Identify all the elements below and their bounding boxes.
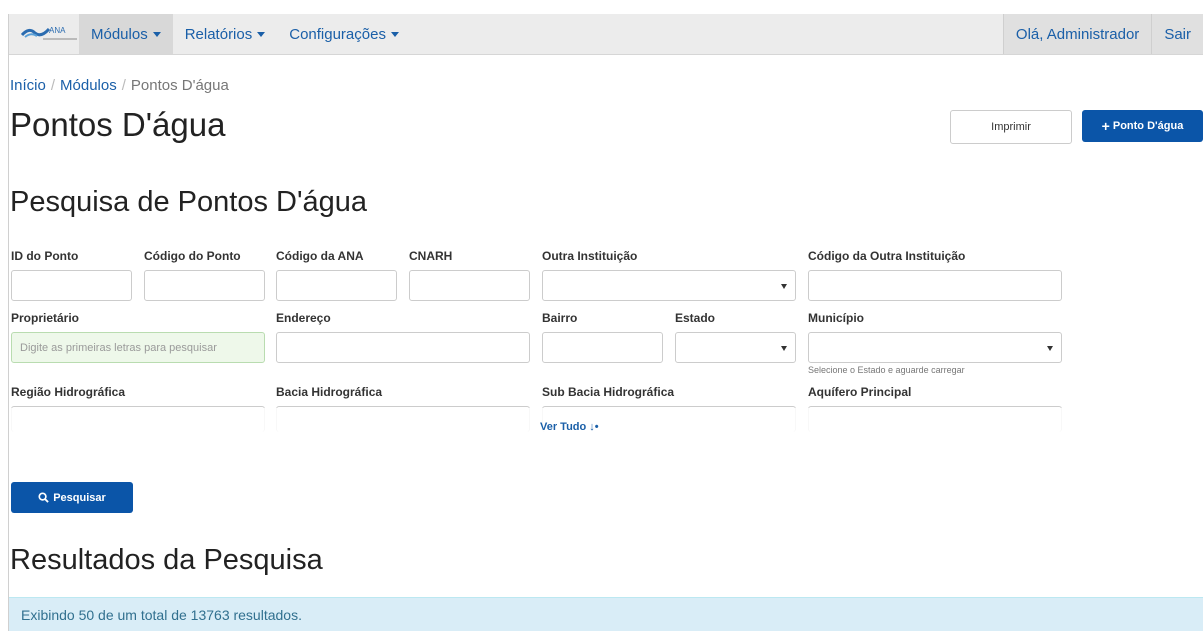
id-ponto-input[interactable] <box>11 270 132 301</box>
page-title: Pontos D'água <box>10 106 226 143</box>
breadcrumb-modulos[interactable]: Módulos <box>60 77 117 94</box>
label-id-ponto: ID do Ponto <box>11 249 79 263</box>
label-estado: Estado <box>675 311 716 325</box>
plus-icon: + <box>1101 118 1110 134</box>
municipio-select[interactable] <box>808 332 1062 363</box>
label-endereco: Endereço <box>276 311 331 325</box>
breadcrumb-inicio[interactable]: Início <box>10 77 46 94</box>
bairro-input[interactable] <box>542 332 663 363</box>
wave-icon <box>21 27 51 38</box>
codigo-ana-input[interactable] <box>276 270 397 301</box>
results-summary: Exibindo 50 de um total de 13763 resulta… <box>9 597 1203 631</box>
caret-down-icon <box>152 31 161 37</box>
estado-select[interactable] <box>675 332 796 363</box>
label-municipio: Município <box>808 311 864 325</box>
cnarh-input[interactable] <box>409 270 530 301</box>
top-navbar: ANA Módulos Relatórios Configurações Olá… <box>9 14 1203 55</box>
logo-text: ANA <box>49 26 66 35</box>
label-cnarh: CNARH <box>409 249 453 263</box>
search-icon <box>38 492 49 503</box>
search-button-label: Pesquisar <box>53 491 106 504</box>
label-aquifero-principal: Aquífero Principal <box>808 385 912 399</box>
label-regiao-hidrografica: Região Hidrográfica <box>11 385 126 399</box>
codigo-ponto-input[interactable] <box>144 270 265 301</box>
nav-relatorios-label: Relatórios <box>184 25 253 43</box>
add-ponto-button[interactable]: + Ponto D'água <box>1082 110 1203 142</box>
print-button[interactable]: Imprimir <box>950 110 1072 144</box>
add-ponto-label: Ponto D'água <box>1112 120 1184 132</box>
label-proprietario: Proprietário <box>11 311 80 325</box>
label-bairro: Bairro <box>542 311 578 325</box>
label-codigo-outra-instituicao: Código da Outra Instituição <box>808 249 966 263</box>
dropdown-arrow-icon <box>1047 345 1053 351</box>
logo-subtitle <box>43 38 77 40</box>
user-greeting[interactable]: Olá, Administrador <box>1002 14 1152 54</box>
caret-down-icon <box>257 31 266 37</box>
label-sub-bacia-hidrografica: Sub Bacia Hidrográfica <box>542 385 675 399</box>
search-button[interactable]: Pesquisar <box>11 482 133 513</box>
breadcrumb-current: Pontos D'água <box>130 77 229 94</box>
caret-down-icon <box>390 31 399 37</box>
nav-modulos-label: Módulos <box>91 25 148 43</box>
label-bacia-hidrografica: Bacia Hidrográfica <box>276 385 383 399</box>
frame-border <box>8 14 9 631</box>
results-title: Resultados da Pesquisa <box>10 544 323 576</box>
ver-tudo-link[interactable]: Ver Tudo ↓• <box>540 421 599 433</box>
breadcrumb: Início / Módulos / Pontos D'água <box>10 77 229 94</box>
endereco-input[interactable] <box>276 332 530 363</box>
breadcrumb-separator: / <box>121 77 126 94</box>
dropdown-arrow-icon <box>781 345 787 351</box>
codigo-outra-instituicao-input[interactable] <box>808 270 1062 301</box>
nav-modulos[interactable]: Módulos <box>79 14 173 54</box>
dropdown-arrow-icon <box>781 283 787 289</box>
nav-relatorios[interactable]: Relatórios <box>173 14 278 54</box>
municipio-help-text: Selecione o Estado e aguarde carregar <box>808 365 965 375</box>
ana-logo[interactable]: ANA <box>9 14 79 54</box>
label-codigo-ana: Código da ANA <box>276 249 364 263</box>
nav-right: Olá, Administrador Sair <box>1002 14 1203 54</box>
outra-instituicao-select[interactable] <box>542 270 796 301</box>
search-section-title: Pesquisa de Pontos D'água <box>10 186 368 218</box>
breadcrumb-separator: / <box>50 77 56 94</box>
label-codigo-ponto: Código do Ponto <box>144 249 241 263</box>
nav-configuracoes-label: Configurações <box>289 25 386 43</box>
label-outra-instituicao: Outra Instituição <box>542 249 638 263</box>
nav-configuracoes[interactable]: Configurações <box>277 14 411 54</box>
proprietario-input[interactable]: Digite as primeiras letras para pesquisa… <box>11 332 265 363</box>
logout-link[interactable]: Sair <box>1151 14 1203 54</box>
